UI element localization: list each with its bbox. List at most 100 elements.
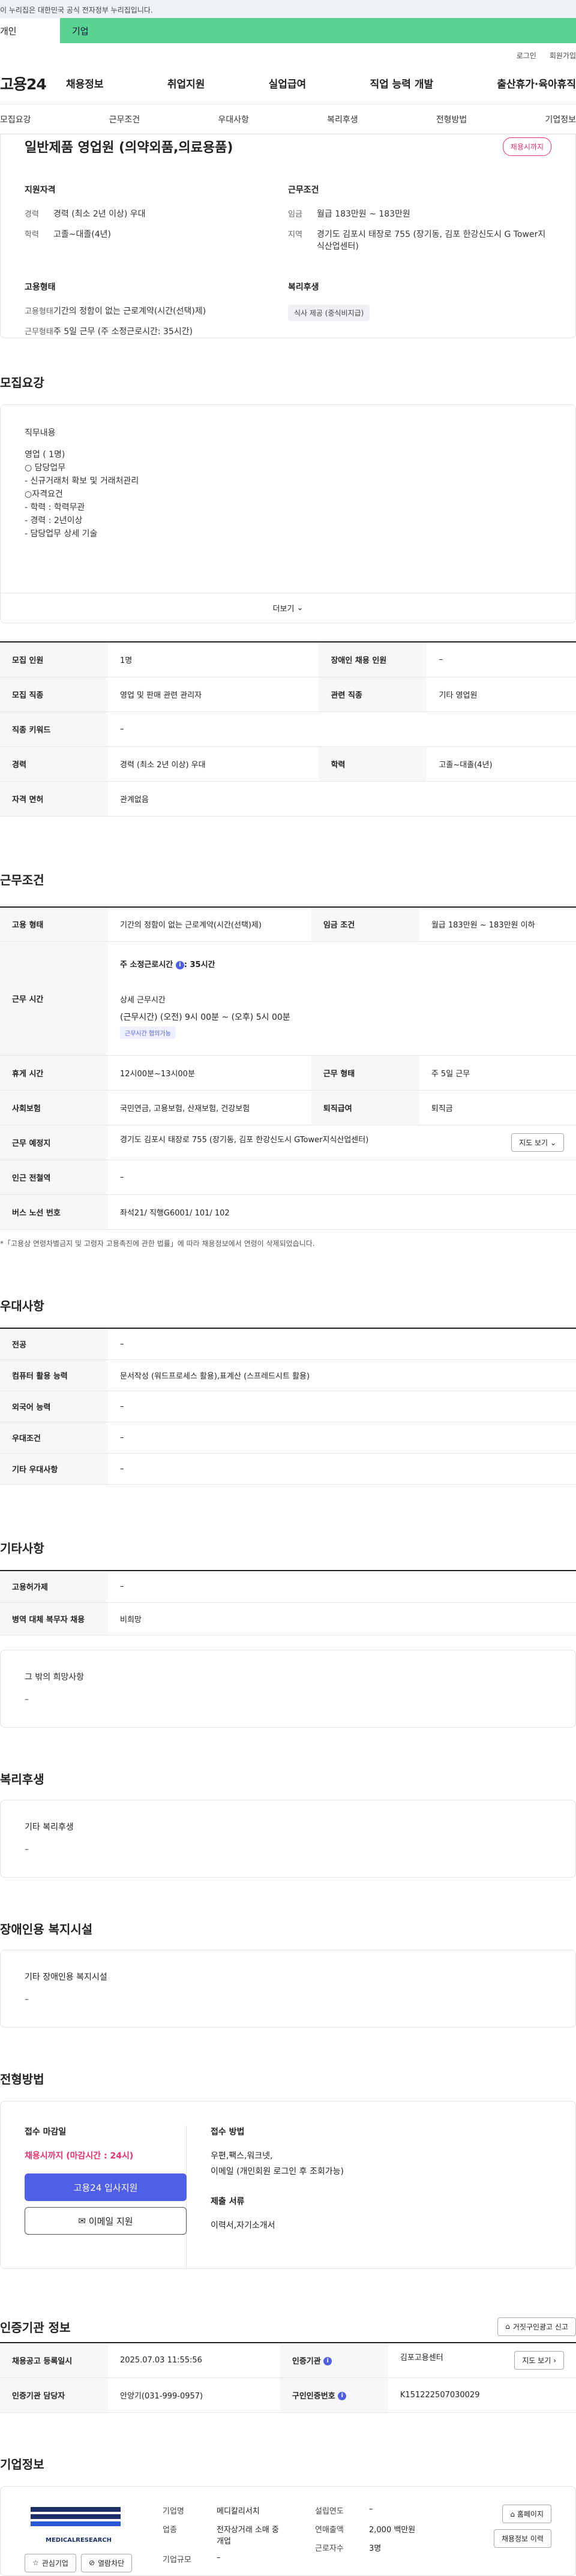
detail-hours-value: (근무시간) (오전) 9시 00분 ~ (오후) 5시 00분 bbox=[120, 1013, 290, 1022]
signup-link[interactable]: 회원가입 bbox=[550, 50, 576, 62]
cell-value: 주 5일 근무 bbox=[419, 1055, 576, 1091]
info-icon[interactable]: i bbox=[323, 2357, 332, 2366]
cell-label: 병역 대체 복무자 채용 bbox=[0, 1602, 108, 1635]
subnav-recruit[interactable]: 모집요강 bbox=[0, 113, 31, 125]
cell-label: 인근 전철역 bbox=[0, 1160, 108, 1195]
docs-value: 이력서,자기소개서 bbox=[211, 2221, 275, 2230]
agency-map-button[interactable]: 지도 보기 › bbox=[514, 2350, 564, 2370]
duty-heading: 직무내용 bbox=[25, 428, 56, 438]
subnav-prefer[interactable]: 우대사항 bbox=[218, 113, 249, 125]
facility-card: 기타 장애인용 복지시설 – bbox=[0, 1950, 576, 2028]
qualification-heading: 지원자격 bbox=[25, 185, 56, 195]
cell-value: 2025.07.03 11:55:56 bbox=[108, 2343, 280, 2378]
subnav-welfare[interactable]: 복리후생 bbox=[327, 113, 358, 125]
gnb-item-unemployment[interactable]: 실업급여 bbox=[269, 76, 307, 91]
cell-value: – bbox=[108, 711, 576, 747]
tab-person[interactable]: 개인 bbox=[0, 18, 60, 43]
gnb-item-training[interactable]: 직업 능력 개발 bbox=[370, 76, 433, 91]
cell-label: 퇴직급여 bbox=[311, 1090, 419, 1125]
work-heading: 근무조건 bbox=[0, 872, 44, 887]
employment-heading: 고용형태 bbox=[25, 283, 56, 292]
info-icon[interactable]: i bbox=[175, 960, 184, 969]
benefit-heading: 복리후생 bbox=[0, 1772, 44, 1787]
cell-label: 기타 우대사항 bbox=[0, 1453, 108, 1485]
util-links: 로그인 회원가입 bbox=[0, 43, 576, 62]
gnb-item-jobs[interactable]: 채용정보 bbox=[66, 76, 104, 91]
conditions-block: 근무조건 임금 월급 183만원 ~ 183만원 지역 경기도 김포시 태장로 75… bbox=[288, 184, 551, 260]
cell-value: 경력 (최소 2년 이상) 우대 bbox=[108, 746, 319, 782]
cell-label: 버스 노선 번호 bbox=[0, 1194, 108, 1230]
employees-value: 3명 bbox=[369, 2544, 382, 2553]
gnb-item-employment-support[interactable]: 취업지원 bbox=[167, 76, 205, 91]
cell-label: 채용공고 등록일시 bbox=[0, 2343, 108, 2378]
cell-label: 인증기관 i bbox=[280, 2343, 388, 2378]
homepage-button[interactable]: ⌂ 홈페이지 bbox=[502, 2504, 551, 2523]
cell-value: – bbox=[108, 1328, 576, 1360]
prefer-table: 전공 – 컴퓨터 활용 능력 문서작성 (워드프로세스 활용),표계산 (스프레드시… bbox=[0, 1328, 576, 1485]
company-card: MEDICALRESEARCH ☆ 관심기업 ⊘ 열람차단 기업명 메디칼리서치 업종… bbox=[0, 2485, 576, 2576]
block-company-button[interactable]: ⊘ 열람차단 bbox=[80, 2553, 133, 2572]
welfare-heading: 복리후생 bbox=[288, 283, 319, 292]
cell-label: 고용 형태 bbox=[0, 906, 108, 942]
info-icon[interactable]: i bbox=[338, 2392, 347, 2400]
job-title: 일반제품 영업원 (의약외품,의료용품) bbox=[25, 140, 233, 155]
cell-value: 기간의 정함이 없는 근로계약(시간(선택)제) bbox=[108, 906, 311, 942]
employment-block: 고용형태 고용형태 기간의 정함이 없는 근로계약(시간(선택)제) 근무형태 주 … bbox=[25, 281, 288, 346]
detail-hours-label: 상세 근무시간 bbox=[120, 996, 166, 1005]
mail-icon: ✉ bbox=[78, 2215, 86, 2226]
sales-value: 2,000 백만원 bbox=[369, 2525, 416, 2535]
method-value-2: 이메일 (개인회원 로그인 후 조회가능) bbox=[211, 2167, 344, 2176]
age-notice: *「고용상 연령차별금지 및 고령자 고용촉진에 관한 법률」에 따라 채용정보… bbox=[0, 1239, 315, 1248]
region-label: 지역 bbox=[288, 230, 302, 239]
deadline-value: 채용시까지 (마감시간 : 24시) bbox=[25, 2151, 134, 2161]
login-link[interactable]: 로그인 bbox=[517, 50, 536, 62]
agency-header: 인증기관 정보 ⌂ 거짓구인광고 신고 bbox=[0, 2311, 576, 2342]
chevron-down-icon: ⌄ bbox=[296, 604, 304, 613]
duty-line: - 학력 : 학력무관 bbox=[25, 503, 85, 512]
more-label: 더보기 bbox=[272, 605, 295, 614]
work-table: 고용 형태 기간의 정함이 없는 근로계약(시간(선택)제) 임금 조건 월급 183… bbox=[0, 906, 576, 1230]
cell-label: 학력 bbox=[319, 746, 427, 782]
favorite-company-button[interactable]: ☆ 관심기업 bbox=[25, 2553, 76, 2572]
company-logo-block: MEDICALRESEARCH ☆ 관심기업 ⊘ 열람차단 bbox=[25, 2505, 163, 2575]
subnav-company[interactable]: 기업정보 bbox=[545, 113, 576, 125]
region-value: 경기도 김포시 태장로 755 (장기동, 김포 한강신도시 G Tower지식… bbox=[317, 230, 546, 251]
agency-heading: 인증기관 정보 bbox=[0, 2320, 71, 2335]
cell-label: 컴퓨터 활용 능력 bbox=[0, 1359, 108, 1391]
home-icon: ⌂ bbox=[510, 2509, 515, 2518]
cell-label: 사회보험 bbox=[0, 1090, 108, 1125]
cell-value: 안양기(031-999-0957) bbox=[108, 2377, 280, 2413]
facility-value: – bbox=[25, 1995, 29, 2004]
work-hours-cell: 주 소정근로시간 i: 35시간 상세 근무시간 (근무시간) (오전) 9시 … bbox=[108, 941, 576, 1056]
work-location-cell: 경기도 김포시 태장로 755 (장기동, 김포 한강신도시 GTower지식산… bbox=[108, 1125, 576, 1160]
duty-card: 직무내용 영업 ( 1명) ○ 담당업무 - 신규거래처 확보 및 거래처관리 … bbox=[0, 404, 576, 623]
map-button[interactable]: 지도 보기 ⌄ bbox=[511, 1133, 564, 1152]
subnav-conditions[interactable]: 근무조건 bbox=[109, 113, 140, 125]
jobs-history-button[interactable]: 채용정보 이력 bbox=[493, 2529, 551, 2548]
cell-value: 문서작성 (워드프로세스 활용),표계산 (스프레드시트 활용) bbox=[108, 1359, 576, 1391]
cell-value: K151222507030029 bbox=[388, 2377, 576, 2413]
career-value: 경력 (최소 2년 이상) 우대 bbox=[53, 209, 146, 219]
cell-label: 우대조건 bbox=[0, 1422, 108, 1454]
report-button[interactable]: ⌂ 거짓구인광고 신고 bbox=[497, 2317, 576, 2336]
recruit-table: 모집 인원 1명 장애인 채용 인원 – 모집 직종 영업 및 판매 관련 관리자 관련 … bbox=[0, 641, 576, 816]
etc-table: 고용허가제 – 병역 대체 복무자 채용 비희망 bbox=[0, 1569, 576, 1635]
cell-label: 고용허가제 bbox=[0, 1570, 108, 1603]
benefit-value: – bbox=[25, 1845, 29, 1854]
selection-heading: 전형방법 bbox=[0, 2072, 44, 2086]
cell-label: 인증기관 담당자 bbox=[0, 2377, 108, 2413]
gnb-item-leave[interactable]: 출산휴가·육아휴직 bbox=[497, 76, 576, 91]
email-apply-button[interactable]: ✉ 이메일 지원 bbox=[25, 2207, 187, 2235]
subnav-selection[interactable]: 전형방법 bbox=[436, 113, 467, 125]
apply-button[interactable]: 고용24 입사지원 bbox=[25, 2173, 187, 2201]
site-logo[interactable]: 고용24 bbox=[0, 73, 66, 94]
star-icon: ☆ bbox=[32, 2559, 39, 2567]
cell-label: 경력 bbox=[0, 746, 108, 782]
more-button[interactable]: 더보기 ⌄ bbox=[1, 593, 575, 623]
agency-value: 김포고용센터 bbox=[400, 2353, 443, 2362]
employees-label: 근로자수 bbox=[315, 2544, 344, 2553]
industry-value: 전자상거래 소매 중개업 bbox=[217, 2525, 279, 2546]
cell-value: 기타 영업원 bbox=[427, 677, 576, 712]
map-button-label: 지도 보기 bbox=[519, 1139, 548, 1147]
tab-company[interactable]: 기업 bbox=[60, 18, 576, 43]
